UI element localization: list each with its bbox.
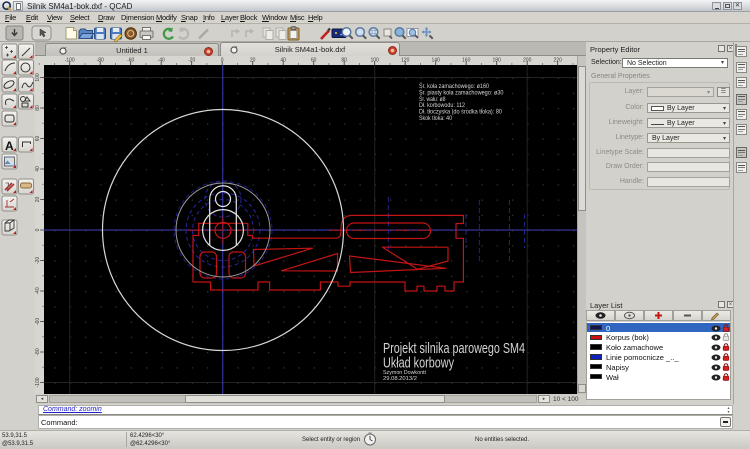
svg-text:0: 0 (35, 228, 41, 231)
svg-text:0: 0 (221, 58, 224, 64)
svg-text:80: 80 (35, 105, 41, 111)
svg-text:20: 20 (250, 58, 256, 64)
svg-text:-80: -80 (35, 348, 41, 355)
svg-text:120: 120 (401, 58, 410, 64)
svg-text:180: 180 (493, 58, 502, 64)
svg-text:-60: -60 (127, 58, 134, 64)
svg-text:Śr. wału: ø8: Śr. wału: ø8 (419, 95, 446, 103)
svg-text:Śr. piasty koła zamachowego: ø: Śr. piasty koła zamachowego: ø30 (419, 88, 504, 96)
svg-text:-40: -40 (158, 58, 165, 64)
svg-text:-20: -20 (35, 257, 41, 264)
svg-text:60: 60 (35, 136, 41, 142)
svg-text:Śr. koła zamachowego: ø160: Śr. koła zamachowego: ø160 (419, 82, 490, 90)
svg-text:-80: -80 (97, 58, 104, 64)
svg-text:Układ korbowy: Układ korbowy (383, 355, 454, 372)
svg-text:20: 20 (35, 197, 41, 203)
svg-text:-100: -100 (35, 377, 41, 387)
svg-text:-60: -60 (35, 318, 41, 325)
svg-text:40: 40 (280, 58, 286, 64)
svg-text:-20: -20 (188, 58, 195, 64)
svg-text:60: 60 (311, 58, 317, 64)
svg-text:100: 100 (371, 58, 380, 64)
svg-text:-40: -40 (35, 287, 41, 294)
svg-text:-100: -100 (65, 58, 75, 64)
svg-text:200: 200 (523, 58, 532, 64)
svg-text:A: A (5, 139, 14, 153)
svg-text:160: 160 (462, 58, 471, 64)
svg-text:100: 100 (35, 73, 41, 82)
svg-text:Dł. tłoczyska (do środka tłoka: Dł. tłoczyska (do środka tłoka): 80 (419, 110, 503, 116)
svg-text:40: 40 (35, 166, 41, 172)
svg-text:220: 220 (554, 58, 563, 64)
svg-text:Skok tłoka: 40: Skok tłoka: 40 (419, 116, 453, 122)
svg-text:140: 140 (432, 58, 441, 64)
svg-text:29.08.2013/2: 29.08.2013/2 (383, 376, 417, 382)
svg-text:Dł. korbowodu: 112: Dł. korbowodu: 112 (419, 103, 466, 109)
svg-text:80: 80 (341, 58, 347, 64)
